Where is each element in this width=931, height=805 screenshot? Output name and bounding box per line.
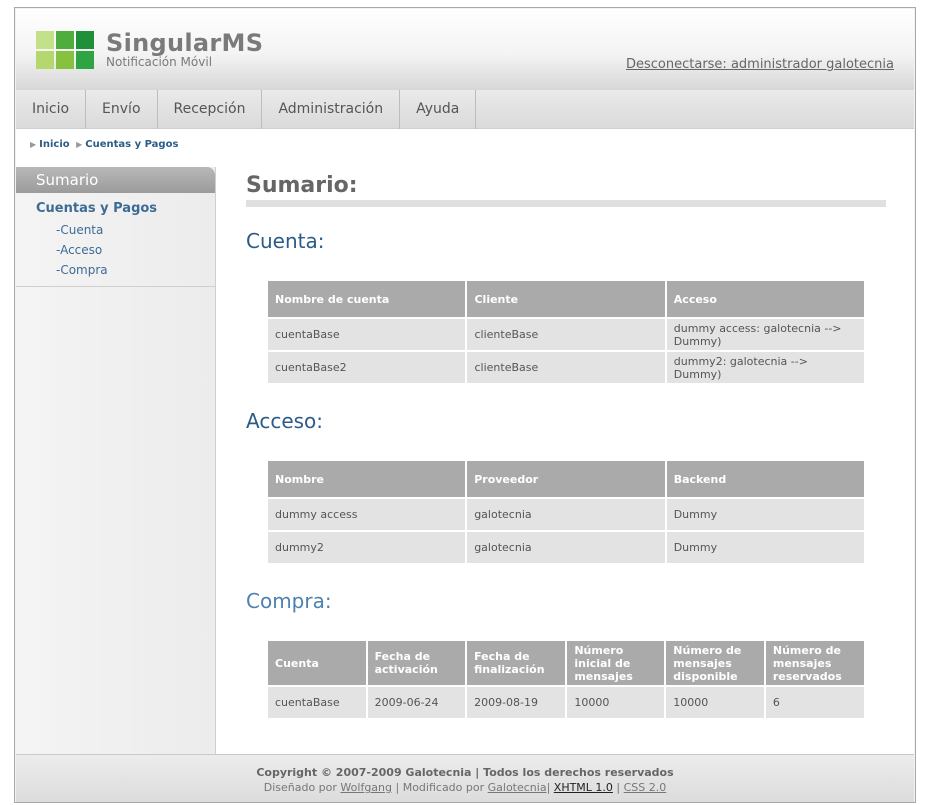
table-cell: 2009-08-19 [467,687,566,718]
table-cell: 10000 [666,687,764,718]
main-content: Sumario: Cuenta: Nombre de cuenta Client… [246,167,886,744]
table-cell: 10000 [567,687,665,718]
table-header-row: Nombre de cuenta Cliente Acceso [268,281,864,317]
modified-by-label: Modificado por [402,781,485,794]
nav-item-inicio[interactable]: Inicio [16,90,87,129]
sidebar-item-compra[interactable]: -Compra [16,260,215,280]
breadcrumb-arrow-icon: ▶ [30,140,37,149]
table-cell: dummy access [268,499,466,530]
column-header: Número inicial de mensajes [567,641,665,685]
table-cell: clienteBase [467,319,665,350]
section-title-cuenta: Cuenta: [246,229,325,253]
brand-title: SingularMS [106,29,264,57]
cuenta-table: Nombre de cuenta Cliente Acceso cuentaBa… [266,279,866,385]
sidebar-item-cuentas-y-pagos[interactable]: Cuentas y Pagos [16,197,215,220]
table-cell: Dummy [666,499,864,530]
page-title: Sumario: [246,173,358,198]
css-link[interactable]: CSS 2.0 [624,781,667,794]
sidebar: Sumario Cuentas y Pagos -Cuenta -Acceso … [16,167,216,754]
breadcrumb-arrow-icon: ▶ [76,140,83,149]
table-cell: clienteBase [467,352,665,383]
column-header: Nombre [268,461,466,497]
modifier-link[interactable]: Galotecnia [488,781,547,794]
table-row: cuentaBase 2009-06-24 2009-08-19 10000 1… [268,687,864,718]
column-header: Acceso [666,281,864,317]
breadcrumb-inicio[interactable]: Inicio [39,139,70,150]
table-cell: 2009-06-24 [367,687,466,718]
sidebar-item-cuenta[interactable]: -Cuenta [16,220,215,240]
nav-item-envio[interactable]: Envío [86,90,158,129]
breadcrumb-cuentas-y-pagos[interactable]: Cuentas y Pagos [85,139,178,150]
copyright-text: Copyright © 2007-2009 Galotecnia | Todos… [256,766,674,779]
table-cell: galotecnia [467,499,665,530]
section-title-compra: Compra: [246,589,332,613]
compra-table: Cuenta Fecha de activación Fecha de fina… [266,639,866,720]
main-nav: Inicio Envío Recepción Administración Ay… [16,90,914,129]
nav-item-ayuda[interactable]: Ayuda [400,90,477,129]
column-header: Número de mensajes disponible [666,641,764,685]
table-row: dummy access galotecnia Dummy [268,499,864,530]
section-title-acceso: Acceso: [246,409,324,433]
acceso-table: Nombre Proveedor Backend dummy access ga… [266,459,866,565]
designed-by-label: Diseñado por [263,781,337,794]
breadcrumb: ▶ Inicio ▶ Cuentas y Pagos [30,139,181,150]
column-header: Proveedor [467,461,665,497]
column-header: Cliente [467,281,665,317]
brand-subtitle: Notificación Móvil [106,55,213,69]
table-cell: Dummy [666,532,864,563]
table-row: dummy2 galotecnia Dummy [268,532,864,563]
column-header: Backend [666,461,864,497]
table-cell: dummy2 [268,532,466,563]
table-cell: cuentaBase [268,319,466,350]
column-header: Número de mensajes reservados [765,641,864,685]
table-row: cuentaBase clienteBase dummy access: gal… [268,319,864,350]
table-row: cuentaBase2 clienteBase dummy2: galotecn… [268,352,864,383]
title-divider [246,200,886,207]
column-header: Nombre de cuenta [268,281,466,317]
table-header-row: Nombre Proveedor Backend [268,461,864,497]
footer-credits: Diseñado por Wolfgang | Modificado por G… [263,781,667,794]
table-cell: cuentaBase [268,687,366,718]
sidebar-section: Cuentas y Pagos -Cuenta -Acceso -Compra [16,193,215,287]
table-cell: galotecnia [467,532,665,563]
table-header-row: Cuenta Fecha de activación Fecha de fina… [268,641,864,685]
nav-item-recepcion[interactable]: Recepción [158,90,263,129]
page-content: ▶ Inicio ▶ Cuentas y Pagos Sumario Cuentas… [16,129,914,754]
column-header: Cuenta [268,641,366,685]
designer-link[interactable]: Wolfgang [340,781,392,794]
table-cell: dummy2: galotecnia --> Dummy) [666,352,864,383]
table-cell: dummy access: galotecnia --> Dummy) [666,319,864,350]
table-cell: 6 [765,687,864,718]
singularms-logo [36,31,96,71]
sidebar-item-acceso[interactable]: -Acceso [16,240,215,260]
sidebar-header: Sumario [16,167,215,193]
xhtml-link[interactable]: XHTML 1.0 [554,781,613,794]
column-header: Fecha de finalización [467,641,566,685]
header: SingularMS Notificación Móvil Desconecta… [16,9,914,90]
logout-link[interactable]: Desconectarse: administrador galotecnia [626,57,894,72]
page-frame: SingularMS Notificación Móvil Desconecta… [14,7,916,803]
footer: Copyright © 2007-2009 Galotecnia | Todos… [16,754,914,802]
column-header: Fecha de activación [367,641,466,685]
nav-item-administracion[interactable]: Administración [262,90,401,129]
table-cell: cuentaBase2 [268,352,466,383]
